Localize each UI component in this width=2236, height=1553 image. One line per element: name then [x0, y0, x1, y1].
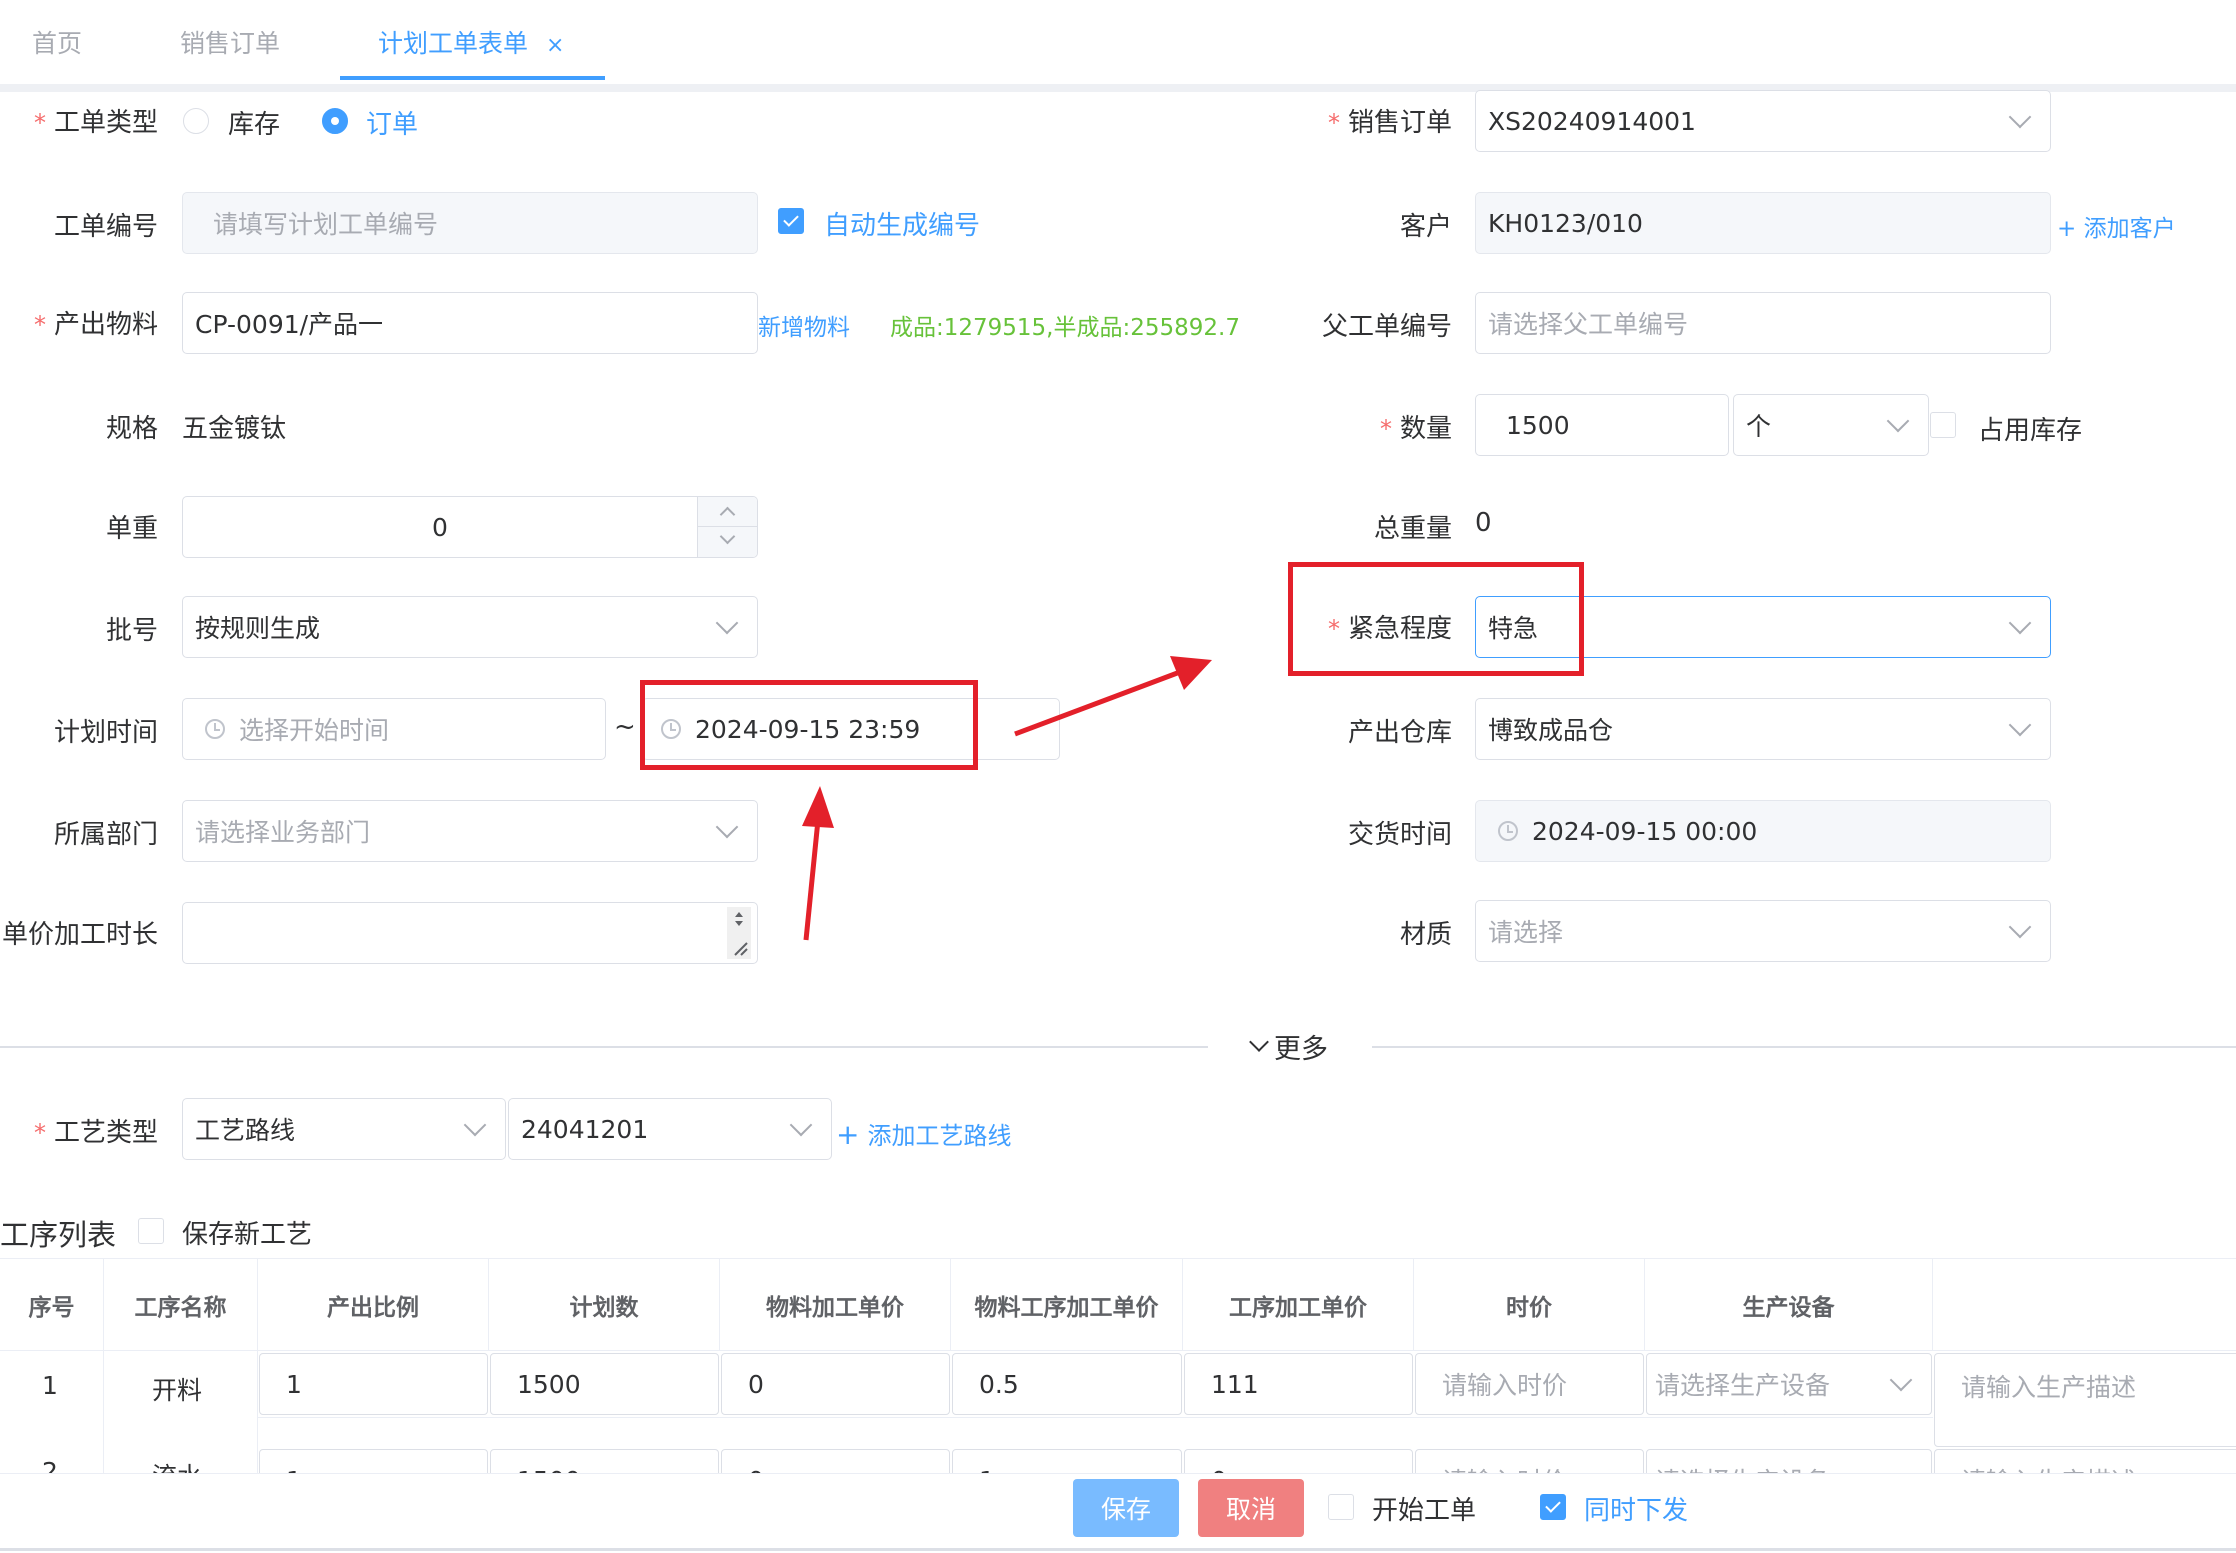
- row-cell-seq: 2: [0, 1449, 104, 1473]
- save-button[interactable]: 保存: [1073, 1479, 1179, 1537]
- column-header: 物料工序加工单价: [951, 1259, 1183, 1351]
- row-inner-line: [258, 1417, 1933, 1418]
- plan-qty-input[interactable]: 1500: [490, 1353, 719, 1415]
- start-order-label: 开始工单: [1372, 1496, 1477, 1526]
- dispatch-checkbox[interactable]: [1540, 1494, 1566, 1520]
- process-table: 序号 工序名称 产出比例 计划数 物料加工单价 物料工序加工单价 工序加工单价 …: [0, 1258, 2236, 1473]
- ratio-input[interactable]: 1: [259, 1449, 488, 1473]
- time-price-input[interactable]: 请输入时价: [1415, 1353, 1644, 1415]
- column-header: 生产设备: [1645, 1259, 1933, 1351]
- column-header: 时价: [1414, 1259, 1645, 1351]
- process-type-label: * 工艺类型: [33, 1118, 158, 1148]
- material-price-input[interactable]: 0: [721, 1353, 950, 1415]
- process-route-select[interactable]: 24041201: [508, 1098, 832, 1160]
- material-process-price-input[interactable]: 1: [952, 1449, 1182, 1473]
- add-process-route-link[interactable]: + 添加工艺路线: [836, 1116, 1011, 1151]
- process-price-input[interactable]: 111: [1184, 1353, 1413, 1415]
- column-header: 序号: [0, 1259, 104, 1351]
- column-header: 工序加工单价: [1183, 1259, 1414, 1351]
- column-header: 计划数: [489, 1259, 720, 1351]
- chevron-down-icon: [1249, 1032, 1269, 1052]
- description-textarea[interactable]: 请输入生产描述: [1934, 1353, 2236, 1447]
- process-route-value: 24041201: [521, 1114, 649, 1144]
- chevron-down-icon: [1889, 1368, 1913, 1392]
- plan-qty-input[interactable]: 1500: [490, 1449, 719, 1473]
- page-bottom-border: [0, 1548, 2236, 1551]
- equipment-select[interactable]: 请选择生产设备: [1646, 1449, 1932, 1473]
- dispatch-label: 同时下发: [1584, 1496, 1689, 1526]
- material-process-price-input[interactable]: 0.5: [952, 1353, 1182, 1415]
- column-header: 工序名称: [104, 1259, 258, 1351]
- section-divider: [0, 1046, 2236, 1048]
- process-price-input[interactable]: 0: [1184, 1449, 1413, 1473]
- ratio-input[interactable]: 1: [259, 1353, 488, 1415]
- plus-icon: +: [836, 1118, 860, 1151]
- time-price-input[interactable]: 请输入时价: [1415, 1449, 1644, 1473]
- equipment-select[interactable]: 请选择生产设备: [1646, 1353, 1932, 1415]
- process-type-select[interactable]: 工艺路线: [182, 1098, 506, 1160]
- more-label: 更多: [1274, 1033, 1328, 1065]
- column-header-description: [1933, 1259, 2236, 1351]
- material-price-input[interactable]: 0: [721, 1449, 950, 1473]
- description-textarea[interactable]: 请输入生产描述: [1934, 1449, 2236, 1473]
- chevron-down-icon: [463, 1113, 487, 1137]
- save-new-process-checkbox[interactable]: [138, 1218, 164, 1244]
- more-toggle[interactable]: 更多: [1208, 1026, 1372, 1066]
- row-cell-name: 流水: [104, 1449, 258, 1473]
- cancel-button[interactable]: 取消: [1198, 1479, 1304, 1537]
- start-order-checkbox[interactable]: [1328, 1494, 1354, 1520]
- column-header: 产出比例: [258, 1259, 489, 1351]
- save-new-process-label: 保存新工艺: [182, 1220, 313, 1250]
- process-list-title: 工序列表: [0, 1218, 117, 1252]
- process-type-value: 工艺路线: [195, 1116, 296, 1145]
- action-bar: 保存 取消 开始工单 同时下发: [0, 1473, 2236, 1553]
- column-header: 物料加工单价: [720, 1259, 951, 1351]
- chevron-down-icon: [789, 1113, 813, 1137]
